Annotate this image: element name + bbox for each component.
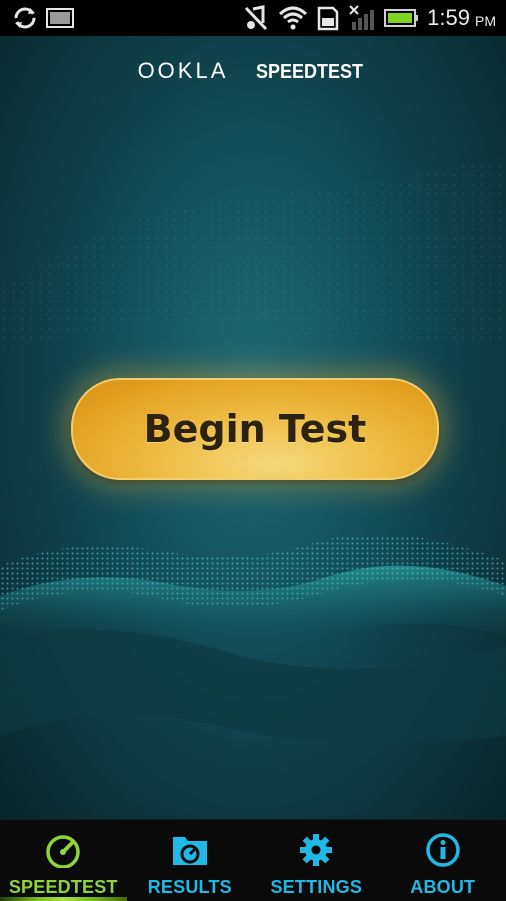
status-time-value: 1:59 — [427, 5, 470, 31]
status-time: 1:59 PM — [427, 0, 496, 36]
tab-results[interactable]: RESULTS — [127, 820, 254, 901]
tab-results-label: RESULTS — [148, 877, 232, 898]
tab-settings-label: SETTINGS — [270, 877, 362, 898]
bottom-nav: SPEEDTEST RESULTS SET — [0, 819, 506, 901]
status-time-ampm: PM — [475, 13, 496, 29]
gauge-icon — [43, 832, 83, 872]
mute-icon — [244, 0, 268, 36]
status-bar: 1:59 PM — [0, 0, 506, 36]
sync-icon — [12, 0, 38, 36]
tab-about-label: ABOUT — [410, 877, 475, 898]
tab-about[interactable]: ABOUT — [380, 820, 506, 901]
product-name: SPEEDTEST — [255, 61, 362, 84]
app-logo: OOKLA SPEEDTEST — [0, 58, 506, 84]
tab-speedtest[interactable]: SPEEDTEST — [0, 820, 127, 901]
tab-speedtest-label: SPEEDTEST — [9, 877, 118, 898]
begin-test-label: Begin Test — [144, 407, 367, 451]
gear-icon — [296, 832, 336, 872]
info-icon — [423, 832, 463, 872]
image-icon — [46, 0, 74, 36]
tab-settings[interactable]: SETTINGS — [253, 820, 380, 901]
battery-icon — [384, 0, 420, 36]
signal-icon — [348, 0, 380, 36]
brand-name: OOKLA — [138, 58, 229, 83]
sd-card-icon — [316, 0, 340, 36]
speedtest-screen: OOKLA SPEEDTEST Begin Test — [0, 36, 506, 819]
wifi-icon — [278, 0, 308, 36]
folder-gauge-icon — [170, 832, 210, 872]
begin-test-button[interactable]: Begin Test — [71, 378, 439, 480]
